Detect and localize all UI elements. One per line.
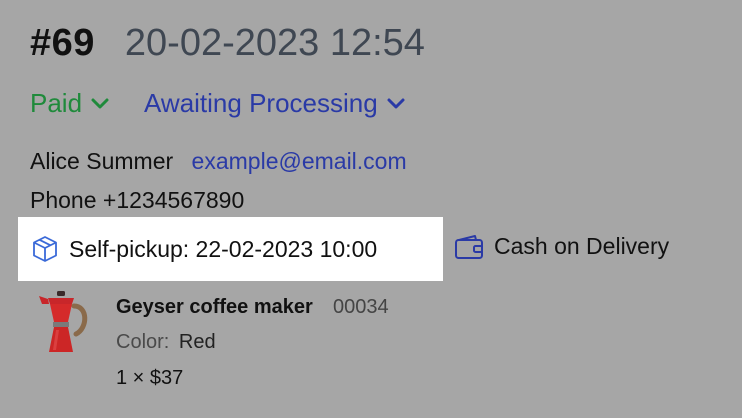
product-qty-price: 1 × $37 bbox=[116, 367, 184, 389]
customer-line: Alice Summer example@email.com bbox=[30, 148, 407, 175]
variant-value: Red bbox=[178, 331, 216, 353]
order-details: #69 20-02-2023 12:54 Paid Awaiting Proce… bbox=[0, 0, 742, 418]
payment-method-label: Cash on Delivery bbox=[494, 233, 670, 259]
status-row: Paid Awaiting Processing bbox=[30, 88, 406, 119]
coffee-maker-image bbox=[39, 291, 88, 352]
order-id: #69 bbox=[30, 22, 95, 64]
product-sku: 00034 bbox=[333, 296, 389, 318]
product-name[interactable]: Geyser coffee maker bbox=[116, 296, 313, 319]
delivery-label: Self-pickup: 22-02-2023 10:00 bbox=[69, 235, 378, 262]
payment-status-dropdown[interactable]: Paid bbox=[30, 88, 110, 119]
fulfillment-status-dropdown[interactable]: Awaiting Processing bbox=[144, 88, 406, 119]
fulfillment-status-label: Awaiting Processing bbox=[144, 88, 378, 118]
payment-method: Cash on Delivery bbox=[454, 233, 669, 260]
payment-status-label: Paid bbox=[30, 88, 83, 118]
chevron-down-icon bbox=[387, 98, 405, 108]
order-item: Geyser coffee maker 00034 Color: Red 1 ×… bbox=[30, 288, 730, 408]
product-variant: Color: Red bbox=[116, 331, 216, 354]
order-datetime: 20-02-2023 12:54 bbox=[124, 22, 425, 64]
customer-name: Alice Summer bbox=[30, 148, 174, 174]
order-header: #69 20-02-2023 12:54 bbox=[30, 22, 425, 65]
customer-email-link[interactable]: example@email.com bbox=[192, 148, 407, 174]
wallet-icon bbox=[455, 234, 483, 259]
customer-phone: Phone +1234567890 bbox=[30, 187, 245, 213]
delivery-info: Self-pickup: 22-02-2023 10:00 bbox=[18, 217, 443, 281]
variant-key: Color: bbox=[116, 331, 170, 353]
box-icon bbox=[33, 236, 57, 262]
chevron-down-icon bbox=[91, 98, 109, 108]
